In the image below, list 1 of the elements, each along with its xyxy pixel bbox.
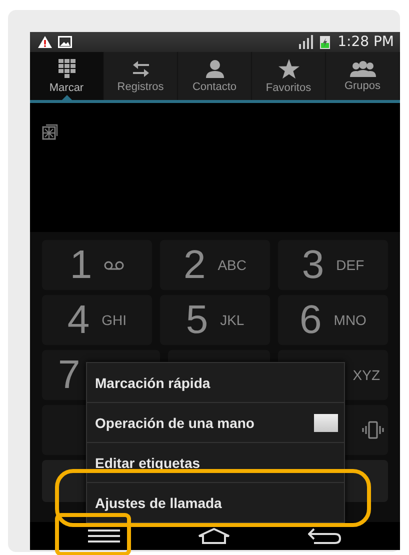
status-time: 1:28 PM: [338, 34, 394, 50]
